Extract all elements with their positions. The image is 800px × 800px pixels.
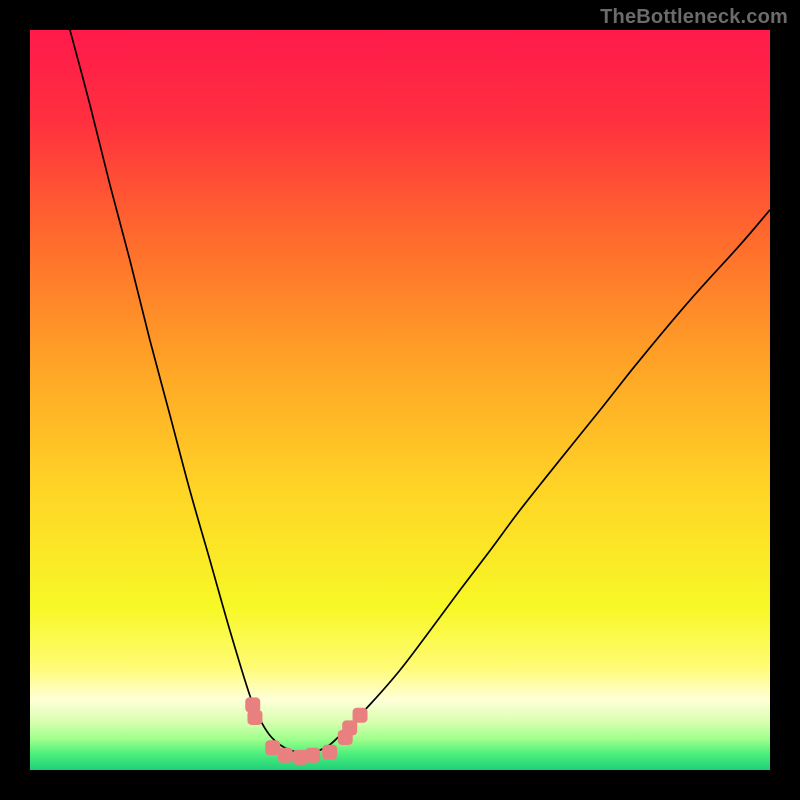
- chart-container: TheBottleneck.com: [0, 0, 800, 800]
- marker-point: [342, 720, 357, 735]
- plot-area: [30, 30, 770, 770]
- marker-point: [305, 748, 320, 763]
- bottom-markers: [245, 697, 367, 765]
- marker-point: [247, 710, 262, 725]
- marker-point: [278, 748, 293, 763]
- markers-layer: [30, 30, 770, 770]
- watermark-label: TheBottleneck.com: [600, 6, 788, 29]
- marker-point: [353, 708, 368, 723]
- marker-point: [322, 745, 337, 760]
